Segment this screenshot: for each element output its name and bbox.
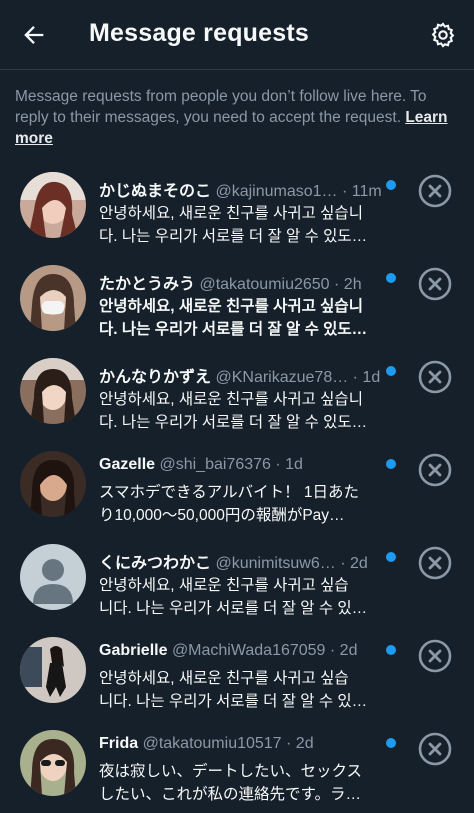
sender-name: たかとうみう	[99, 276, 196, 293]
sender-name: かんなりかずえ	[99, 369, 212, 386]
message-preview: 夜は寂しい、デートしたい、セックス したい、これが私の連絡先です。ラ…	[99, 760, 369, 806]
sender-name: くにみつわかこ	[99, 555, 212, 572]
preview-line: 안녕하세요, 새로운 친구를 사귀고 싶습	[99, 670, 349, 687]
preview-line: 다. 나는 우리가 서로를 더 잘 알 수 있도…	[99, 321, 368, 338]
avatar[interactable]	[20, 451, 86, 517]
sender-name-line: Frida @takatoumiu10517 · 2d	[99, 735, 384, 753]
dismiss-x-icon[interactable]	[418, 267, 452, 301]
gear-icon[interactable]	[429, 21, 457, 49]
top-bar: Message requests	[0, 0, 474, 70]
message-preview: 안녕하세요, 새로운 친구를 사귀고 싶습니다. 나는 우리가 서로를 더 잘 …	[99, 574, 369, 620]
sender-name-line: Gazelle @shi_bai76376 · 1d	[99, 456, 384, 474]
preview-line: したい、これが私の連絡先です。ラ…	[99, 786, 361, 803]
preview-line: スマホデできるアルバイト！ 1日あた	[99, 484, 359, 501]
preview-line: 안녕하세요, 새로운 친구를 사귀고 싶습니	[99, 298, 363, 315]
page-title: Message requests	[89, 19, 309, 47]
sender-handle-time: @MachiWada167059 · 2d	[171, 642, 358, 659]
preview-line: 안녕하세요, 새로운 친구를 사귀고 싶습니	[99, 205, 363, 222]
preview-line: 니다. 나는 우리가 서로를 더 잘 알 수 있…	[99, 600, 368, 617]
back-arrow-icon[interactable]	[20, 21, 48, 49]
request-item[interactable]: Gabrielle @MachiWada167059 · 2d 안녕하세요, 새…	[0, 627, 474, 720]
dismiss-x-icon[interactable]	[418, 639, 452, 673]
request-list: かじぬまそのこ @kajinumaso1… · 11m 안녕하세요, 새로운 친…	[0, 162, 474, 813]
preview-line: 夜は寂しい、デートしたい、セックス	[99, 763, 363, 780]
unread-dot	[386, 273, 396, 283]
avatar[interactable]	[20, 730, 86, 796]
unread-dot	[386, 645, 396, 655]
dismiss-x-icon[interactable]	[418, 546, 452, 580]
message-preview: スマホデできるアルバイト！ 1日あた り10,000〜50,000円の報酬がPay…	[99, 481, 369, 527]
preview-line: 안녕하세요, 새로운 친구를 사귀고 싶습	[99, 577, 349, 594]
sender-name: Frida	[99, 735, 139, 752]
dismiss-x-icon[interactable]	[418, 360, 452, 394]
sender-name-line: くにみつわかこ @kunimitsuw6… · 2d	[99, 549, 384, 573]
dismiss-x-icon[interactable]	[418, 732, 452, 766]
sender-name-line: たかとうみう @takatoumiu2650 · 2h	[99, 270, 384, 294]
message-preview: 안녕하세요, 새로운 친구를 사귀고 싶습니다. 나는 우리가 서로를 더 잘 …	[99, 295, 369, 341]
sender-handle-time: @kajinumaso1… · 11m	[215, 183, 382, 200]
avatar[interactable]	[20, 172, 86, 238]
preview-line: 다. 나는 우리가 서로를 더 잘 알 수 있도…	[99, 414, 368, 431]
request-item[interactable]: Frida @takatoumiu10517 · 2d 夜は寂しい、デートしたい…	[0, 720, 474, 813]
preview-line: り10,000〜50,000円の報酬がPay…	[99, 507, 345, 524]
sender-name: Gazelle	[99, 456, 156, 473]
avatar[interactable]	[20, 358, 86, 424]
avatar[interactable]	[20, 637, 86, 703]
request-item[interactable]: かんなりかずえ @KNarikazue78… · 1d 안녕하세요, 새로운 친…	[0, 348, 474, 441]
sender-handle-time: @shi_bai76376 · 1d	[159, 456, 303, 473]
unread-dot	[386, 459, 396, 469]
request-item[interactable]: くにみつわかこ @kunimitsuw6… · 2d 안녕하세요, 새로운 친구…	[0, 534, 474, 627]
requests-notice: Message requests from people you don’t f…	[15, 86, 461, 149]
sender-handle-time: @takatoumiu10517 · 2d	[142, 735, 314, 752]
sender-handle-time: @KNarikazue78… · 1d	[215, 369, 381, 386]
message-preview: 안녕하세요, 새로운 친구를 사귀고 싶습니다. 나는 우리가 서로를 더 잘 …	[99, 202, 369, 248]
preview-line: 다. 나는 우리가 서로를 더 잘 알 수 있도…	[99, 228, 368, 245]
message-preview: 안녕하세요, 새로운 친구를 사귀고 싶습니다. 나는 우리가 서로를 더 잘 …	[99, 667, 369, 713]
unread-dot	[386, 552, 396, 562]
sender-name-line: かんなりかずえ @KNarikazue78… · 1d	[99, 363, 384, 387]
avatar[interactable]	[20, 265, 86, 331]
unread-dot	[386, 738, 396, 748]
message-preview: 안녕하세요, 새로운 친구를 사귀고 싶습니다. 나는 우리가 서로를 더 잘 …	[99, 388, 369, 434]
sender-name: Gabrielle	[99, 642, 168, 659]
sender-handle-time: @takatoumiu2650 · 2h	[199, 276, 362, 293]
sender-name: かじぬまそのこ	[99, 183, 212, 200]
preview-line: 안녕하세요, 새로운 친구를 사귀고 싶습니	[99, 391, 363, 408]
request-item[interactable]: たかとうみう @takatoumiu2650 · 2h 안녕하세요, 새로운 친…	[0, 255, 474, 348]
unread-dot	[386, 180, 396, 190]
dismiss-x-icon[interactable]	[418, 174, 452, 208]
sender-handle-time: @kunimitsuw6… · 2d	[215, 555, 368, 572]
dismiss-x-icon[interactable]	[418, 453, 452, 487]
request-item[interactable]: かじぬまそのこ @kajinumaso1… · 11m 안녕하세요, 새로운 친…	[0, 162, 474, 255]
unread-dot	[386, 366, 396, 376]
preview-line: 니다. 나는 우리가 서로를 더 잘 알 수 있…	[99, 693, 368, 710]
default-avatar[interactable]	[20, 544, 86, 610]
sender-name-line: Gabrielle @MachiWada167059 · 2d	[99, 642, 384, 660]
sender-name-line: かじぬまそのこ @kajinumaso1… · 11m	[99, 177, 384, 201]
notice-text: Message requests from people you don’t f…	[15, 88, 427, 126]
request-item[interactable]: Gazelle @shi_bai76376 · 1d スマホデできるアルバイト！…	[0, 441, 474, 534]
